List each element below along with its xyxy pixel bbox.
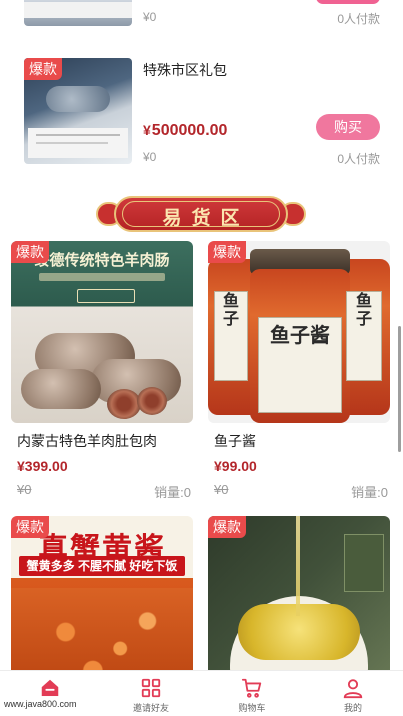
user-icon (343, 679, 363, 699)
previous-product-original-price: ¥0 (143, 10, 157, 24)
hot-badge: 爆款 (208, 516, 246, 538)
image-caption: 鱼子酱 (258, 317, 342, 413)
product-sales: 销量:0 (154, 485, 191, 500)
product-sales: 销量:0 (351, 485, 388, 500)
cart-icon (241, 678, 262, 698)
hot-badge: 爆款 (11, 516, 49, 538)
product-image[interactable]: 绥德传统特色羊肉肠 爆款 (11, 241, 193, 423)
product-name[interactable]: 内蒙古特色羊肉肚包肉 (17, 431, 157, 451)
currency-symbol: ¥ (143, 122, 151, 138)
tab-label: 购物车 (238, 703, 266, 713)
product-original-price: ¥0 (17, 482, 32, 497)
product-name[interactable]: 鱼子酱 (214, 431, 256, 451)
hot-badge: 爆款 (11, 241, 49, 263)
buy-button[interactable]: 购买 (316, 114, 380, 140)
tab-mine[interactable]: 我的 (303, 671, 403, 716)
previous-product-row[interactable]: ¥0 0人付款 (0, 0, 403, 30)
product-image[interactable]: 鱼子 鱼子 鱼子酱 爆款 (208, 241, 390, 423)
product-row[interactable]: 爆款 特殊市区礼包 ¥500000.00 购买 ¥0 0人付款 (0, 56, 403, 168)
section-title: 易货区 (162, 207, 250, 229)
tab-label: 邀请好友 (132, 703, 169, 713)
tab-cart[interactable]: 购物车 (202, 671, 302, 716)
previous-buy-button[interactable] (316, 0, 380, 4)
product-price: ¥99.00 (214, 458, 257, 474)
product-card[interactable]: 鱼子 鱼子 鱼子酱 爆款 鱼子酱 ¥99.00 ¥0 销量:0 (208, 241, 390, 503)
product-card[interactable]: 绥德传统特色羊肉肠 爆款 内蒙古特色羊肉肚包肉 ¥399.00 ¥0 销量:0 (11, 241, 193, 503)
product-price: ¥500000.00 (143, 122, 227, 140)
scrollbar[interactable] (398, 326, 401, 452)
product-card[interactable]: 爆款 (208, 516, 390, 698)
product-price: ¥399.00 (17, 458, 68, 474)
tab-label: 我的 (343, 703, 362, 713)
product-title[interactable]: 特殊市区礼包 (143, 60, 227, 80)
previous-product-buyers: 0人付款 (337, 12, 380, 26)
product-buyers: 0人付款 (337, 152, 380, 166)
product-original-price: ¥0 (143, 150, 157, 164)
handshake-image (46, 86, 110, 112)
price-value: 500000.00 (151, 122, 228, 139)
page: ¥0 0人付款 爆款 特殊市区礼包 ¥500000.00 购买 ¥0 0人付款 … (0, 0, 403, 716)
previous-product-thumbnail[interactable] (24, 0, 132, 26)
product-original-price: ¥0 (214, 482, 229, 497)
watermark: www.java800.com (0, 696, 81, 712)
section-banner: 易货区 (96, 192, 306, 236)
product-card[interactable]: 真蟹黄酱 蟹黄多多 不腥不腻 好吃下饭 爆款 (11, 516, 193, 698)
image-subcaption: 蟹黄多多 不腥不腻 好吃下饭 (19, 556, 185, 576)
hot-badge: 爆款 (24, 58, 62, 80)
tab-invite-friends[interactable]: 邀请好友 (101, 671, 201, 716)
grid-icon (141, 678, 161, 698)
product-thumbnail[interactable]: 爆款 (24, 58, 132, 164)
hot-badge: 爆款 (208, 241, 246, 263)
